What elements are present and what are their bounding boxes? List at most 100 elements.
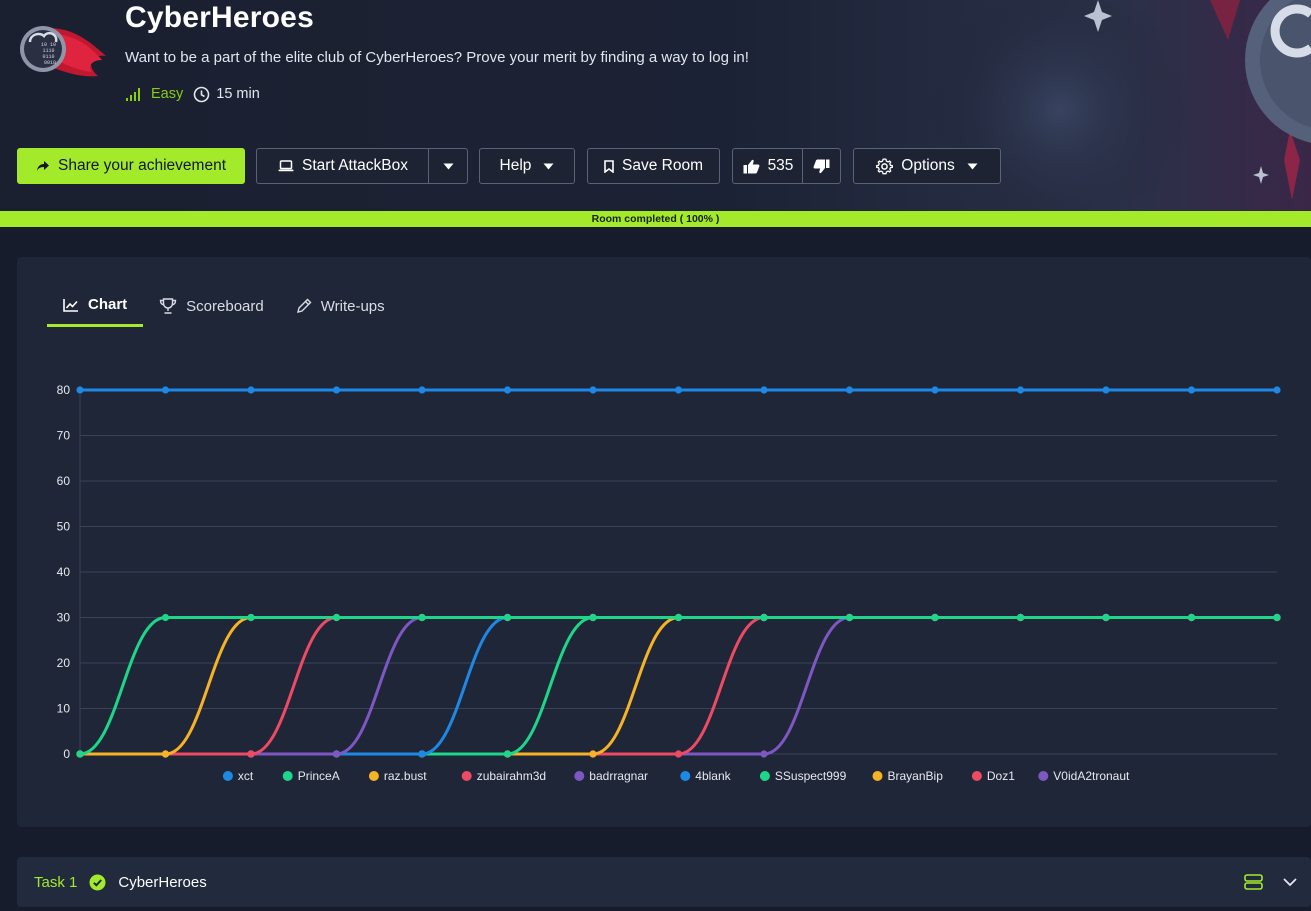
caret-down-icon (967, 163, 978, 170)
data-point (332, 386, 341, 394)
data-point (589, 613, 597, 622)
y-tick-label: 80 (57, 383, 71, 397)
share-achievement-button[interactable]: Share your achievement (17, 148, 245, 184)
legend-label: badrragnar (589, 769, 648, 783)
server-icon[interactable] (1244, 874, 1263, 890)
room-description: Want to be a part of the elite club of C… (125, 49, 749, 66)
data-point (589, 750, 597, 758)
sparkle-icon (1084, 0, 1112, 32)
data-point (332, 750, 341, 758)
y-tick-label: 60 (57, 474, 71, 488)
data-point (503, 386, 512, 394)
room-title: CyberHeroes (125, 1, 314, 34)
save-room-button[interactable]: Save Room (587, 148, 720, 184)
legend-marker (282, 771, 293, 781)
thumbs-down-icon (813, 159, 830, 174)
series-line (80, 616, 1277, 756)
data-point (418, 613, 426, 622)
room-logo: 10 10 1110 0110 0010 (20, 26, 106, 77)
y-tick-label: 40 (57, 565, 71, 579)
y-tick-label: 50 (57, 520, 71, 534)
options-label: Options (901, 157, 955, 174)
difficulty-label: Easy (151, 86, 184, 102)
room-header: 10 10 1110 0110 0010 CyberHeroes Want to… (0, 0, 1311, 211)
duration-label: 15 min (216, 86, 260, 102)
help-label: Help (499, 157, 532, 174)
tab-chart[interactable]: Chart (47, 285, 144, 327)
data-point (760, 386, 768, 394)
series-line (79, 616, 1277, 756)
help-button[interactable]: Help (479, 148, 575, 184)
data-point (674, 386, 683, 394)
data-point (161, 750, 170, 758)
data-point (76, 750, 84, 758)
data-point (418, 386, 426, 394)
data-point (161, 386, 170, 394)
data-point (931, 386, 939, 394)
room-progress-label: Room completed ( 100% ) (591, 213, 720, 225)
data-point (161, 613, 170, 622)
y-tick-label: 20 (57, 656, 71, 670)
data-point (674, 750, 683, 758)
like-count: 535 (767, 157, 794, 174)
data-point (247, 750, 255, 758)
y-tick-label: 70 (57, 429, 71, 443)
laptop-icon (278, 160, 294, 172)
data-point (674, 613, 683, 622)
y-tick-label: 30 (57, 611, 71, 625)
series-line (80, 616, 1277, 756)
data-point (247, 386, 255, 394)
data-point (1102, 386, 1110, 394)
room-progress-bar: Room completed ( 100% ) (0, 211, 1311, 227)
trophy-icon (159, 298, 177, 314)
legend-marker (1038, 771, 1049, 781)
line-chart-icon (63, 298, 79, 312)
data-point (418, 750, 426, 758)
leaderboard-tabs: Chart Scoreboard Write-ups (47, 285, 401, 327)
legend-label: PrinceA (298, 769, 340, 783)
y-tick-label: 0 (63, 747, 70, 761)
legend-label: zubairahm3d (477, 769, 546, 783)
legend-marker (574, 771, 585, 781)
data-point (1187, 386, 1196, 394)
legend-label: V0idA2tronaut (1053, 769, 1130, 783)
data-point (1187, 613, 1196, 622)
options-button[interactable]: Options (853, 148, 1001, 184)
task-number: Task 1 (34, 873, 78, 891)
tab-scoreboard[interactable]: Scoreboard (143, 285, 280, 327)
data-point (931, 613, 939, 622)
dislike-button[interactable] (802, 148, 841, 184)
legend-marker (872, 771, 883, 781)
series-line (80, 616, 1277, 756)
data-point (589, 386, 597, 394)
data-point (1016, 386, 1025, 394)
legend-label: 4blank (695, 769, 731, 783)
task-row[interactable]: Task 1 CyberHeroes (17, 857, 1311, 907)
save-room-label: Save Room (622, 157, 703, 174)
caret-down-icon (543, 163, 554, 170)
data-point (1016, 613, 1025, 622)
series-line (80, 616, 1277, 756)
tab-scoreboard-label: Scoreboard (186, 297, 264, 315)
data-point (845, 613, 854, 622)
score-line-chart: 0 10 20 30 40 50 60 70 80 xct PrinceA raz.bust zubai… (57, 383, 1281, 783)
chevron-down-icon[interactable] (1283, 877, 1297, 887)
pencil-icon (296, 298, 312, 314)
sparkle-icon (1253, 166, 1269, 184)
caret-down-icon (443, 163, 454, 170)
attackbox-dropdown-button[interactable] (428, 148, 468, 184)
start-attackbox-button[interactable]: Start AttackBox (256, 148, 429, 184)
task-title: CyberHeroes (118, 873, 207, 891)
data-point (760, 750, 768, 758)
tab-write-ups[interactable]: Write-ups (280, 285, 401, 327)
data-point (1273, 386, 1281, 394)
like-button[interactable]: 535 (732, 148, 803, 184)
data-point (503, 613, 512, 622)
thumbs-up-icon (743, 159, 760, 174)
share-achievement-label: Share your achievement (57, 157, 226, 174)
legend-marker (461, 771, 472, 781)
data-point (247, 613, 255, 622)
legend-label: Doz1 (987, 769, 1015, 783)
data-point (332, 613, 341, 622)
series-line (80, 616, 1277, 756)
